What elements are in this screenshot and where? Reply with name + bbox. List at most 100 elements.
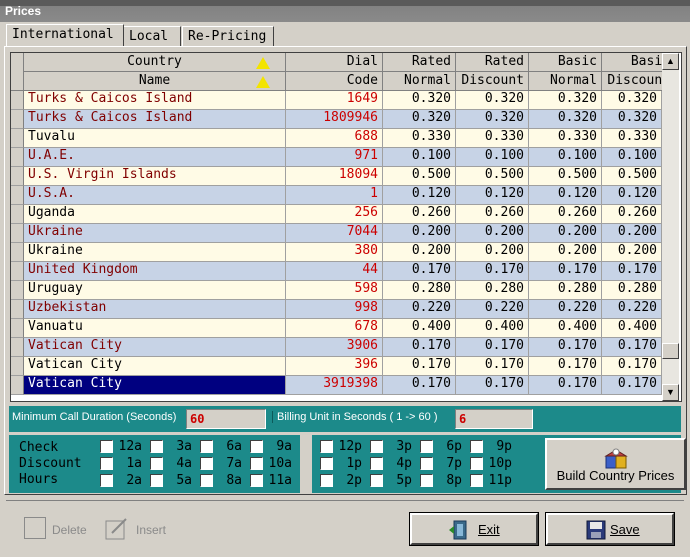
checkbox-1p[interactable] bbox=[320, 457, 333, 470]
cell-bn[interactable]: 0.170 bbox=[529, 357, 602, 376]
row-indicator[interactable] bbox=[11, 224, 24, 243]
table-row[interactable]: United Kingdom 44 0.170 0.170 0.170 0.170 bbox=[11, 262, 662, 281]
checkbox-11a[interactable] bbox=[250, 474, 263, 487]
row-indicator[interactable] bbox=[11, 186, 24, 205]
cell-bd[interactable]: 0.260 bbox=[602, 205, 662, 224]
cell-rn[interactable]: 0.170 bbox=[383, 338, 456, 357]
row-indicator[interactable] bbox=[11, 319, 24, 338]
cell-rd[interactable]: 0.200 bbox=[456, 243, 529, 262]
checkbox-5a[interactable] bbox=[150, 474, 163, 487]
row-indicator[interactable] bbox=[11, 243, 24, 262]
cell-bn[interactable]: 0.320 bbox=[529, 110, 602, 129]
cell-bn[interactable]: 0.200 bbox=[529, 224, 602, 243]
cell-bn[interactable]: 0.400 bbox=[529, 319, 602, 338]
header-rated-discount[interactable]: Discount bbox=[456, 72, 529, 91]
header-rated[interactable]: Rated bbox=[383, 53, 456, 72]
cell-rd[interactable]: 0.200 bbox=[456, 224, 529, 243]
table-row[interactable]: Uruguay 598 0.280 0.280 0.280 0.280 bbox=[11, 281, 662, 300]
insert-button[interactable]: Insert bbox=[136, 523, 166, 537]
row-indicator[interactable] bbox=[11, 376, 24, 395]
header-name[interactable]: Name bbox=[24, 72, 286, 91]
cell-rn[interactable]: 0.170 bbox=[383, 357, 456, 376]
cell-bd[interactable]: 0.170 bbox=[602, 338, 662, 357]
checkbox-5p[interactable] bbox=[370, 474, 383, 487]
table-row[interactable]: Turks & Caicos Island 1809946 0.320 0.320 0.… bbox=[11, 110, 662, 129]
cell-rd[interactable]: 0.320 bbox=[456, 91, 529, 110]
cell-name[interactable]: Uzbekistan bbox=[24, 300, 286, 319]
checkbox-6p[interactable] bbox=[420, 440, 433, 453]
cell-name[interactable]: Turks & Caicos Island bbox=[24, 110, 286, 129]
cell-name[interactable]: U.S. Virgin Islands bbox=[24, 167, 286, 186]
cell-bd[interactable]: 0.200 bbox=[602, 224, 662, 243]
cell-name[interactable]: United Kingdom bbox=[24, 262, 286, 281]
table-row[interactable]: Uganda 256 0.260 0.260 0.260 0.260 bbox=[11, 205, 662, 224]
cell-rn[interactable]: 0.200 bbox=[383, 243, 456, 262]
cell-bd[interactable]: 0.220 bbox=[602, 300, 662, 319]
cell-bd[interactable]: 0.280 bbox=[602, 281, 662, 300]
header-basic[interactable]: Basic bbox=[529, 53, 602, 72]
cell-rd[interactable]: 0.330 bbox=[456, 129, 529, 148]
checkbox-3p[interactable] bbox=[370, 440, 383, 453]
checkbox-12a[interactable] bbox=[100, 440, 113, 453]
header-dial[interactable]: Dial bbox=[286, 53, 383, 72]
cell-code[interactable]: 3906 bbox=[286, 338, 383, 357]
header-country[interactable]: Country bbox=[24, 53, 286, 72]
table-row[interactable]: U.S.A. 1 0.120 0.120 0.120 0.120 bbox=[11, 186, 662, 205]
cell-bn[interactable]: 0.320 bbox=[529, 91, 602, 110]
cell-code[interactable]: 1809946 bbox=[286, 110, 383, 129]
build-country-prices-button[interactable]: Build Country Prices bbox=[545, 438, 686, 490]
cell-rn[interactable]: 0.170 bbox=[383, 262, 456, 281]
cell-bd[interactable]: 0.400 bbox=[602, 319, 662, 338]
cell-bd[interactable]: 0.120 bbox=[602, 186, 662, 205]
cell-rn[interactable]: 0.320 bbox=[383, 110, 456, 129]
delete-button[interactable]: Delete bbox=[52, 523, 87, 537]
cell-rn[interactable]: 0.100 bbox=[383, 148, 456, 167]
cell-code[interactable]: 7044 bbox=[286, 224, 383, 243]
prices-grid[interactable]: Country Name Dial Code Rated Normal Rate… bbox=[10, 52, 682, 402]
cell-bn[interactable]: 0.120 bbox=[529, 186, 602, 205]
checkbox-1a[interactable] bbox=[100, 457, 113, 470]
row-indicator[interactable] bbox=[11, 91, 24, 110]
cell-name[interactable]: Uganda bbox=[24, 205, 286, 224]
cell-name[interactable]: Vatican City bbox=[24, 376, 286, 395]
cell-rn[interactable]: 0.280 bbox=[383, 281, 456, 300]
cell-code[interactable]: 44 bbox=[286, 262, 383, 281]
cell-rn[interactable]: 0.400 bbox=[383, 319, 456, 338]
cell-bn[interactable]: 0.170 bbox=[529, 376, 602, 395]
row-indicator[interactable] bbox=[11, 338, 24, 357]
min-duration-field[interactable]: 60 bbox=[186, 409, 266, 429]
cell-bd[interactable]: 0.100 bbox=[602, 148, 662, 167]
cell-code[interactable]: 1649 bbox=[286, 91, 383, 110]
cell-rn[interactable]: 0.260 bbox=[383, 205, 456, 224]
checkbox-2a[interactable] bbox=[100, 474, 113, 487]
cell-rd[interactable]: 0.260 bbox=[456, 205, 529, 224]
cell-rn[interactable]: 0.220 bbox=[383, 300, 456, 319]
cell-bn[interactable]: 0.500 bbox=[529, 167, 602, 186]
checkbox-4a[interactable] bbox=[150, 457, 163, 470]
checkbox-11p[interactable] bbox=[470, 474, 483, 487]
checkbox-2p[interactable] bbox=[320, 474, 333, 487]
cell-rd[interactable]: 0.170 bbox=[456, 357, 529, 376]
cell-code[interactable]: 688 bbox=[286, 129, 383, 148]
table-row[interactable]: Tuvalu 688 0.330 0.330 0.330 0.330 bbox=[11, 129, 662, 148]
scroll-down-icon[interactable]: ▼ bbox=[662, 384, 679, 401]
cell-bd[interactable]: 0.200 bbox=[602, 243, 662, 262]
cell-code[interactable]: 396 bbox=[286, 357, 383, 376]
checkbox-4p[interactable] bbox=[370, 457, 383, 470]
cell-bn[interactable]: 0.330 bbox=[529, 129, 602, 148]
row-indicator[interactable] bbox=[11, 110, 24, 129]
cell-rd[interactable]: 0.500 bbox=[456, 167, 529, 186]
cell-rd[interactable]: 0.120 bbox=[456, 186, 529, 205]
cell-code[interactable]: 971 bbox=[286, 148, 383, 167]
cell-name[interactable]: Tuvalu bbox=[24, 129, 286, 148]
scroll-thumb[interactable] bbox=[662, 343, 679, 359]
cell-name[interactable]: Vatican City bbox=[24, 357, 286, 376]
header-basic-normal[interactable]: Normal bbox=[529, 72, 602, 91]
cell-rd[interactable]: 0.170 bbox=[456, 338, 529, 357]
table-row[interactable]: U.S. Virgin Islands 18094 0.500 0.500 0.500 0… bbox=[11, 167, 662, 186]
cell-rn[interactable]: 0.320 bbox=[383, 91, 456, 110]
cell-code[interactable]: 598 bbox=[286, 281, 383, 300]
table-row[interactable]: Vanuatu 678 0.400 0.400 0.400 0.400 bbox=[11, 319, 662, 338]
sort-asc-icon[interactable] bbox=[256, 76, 270, 88]
cell-name[interactable]: Uruguay bbox=[24, 281, 286, 300]
